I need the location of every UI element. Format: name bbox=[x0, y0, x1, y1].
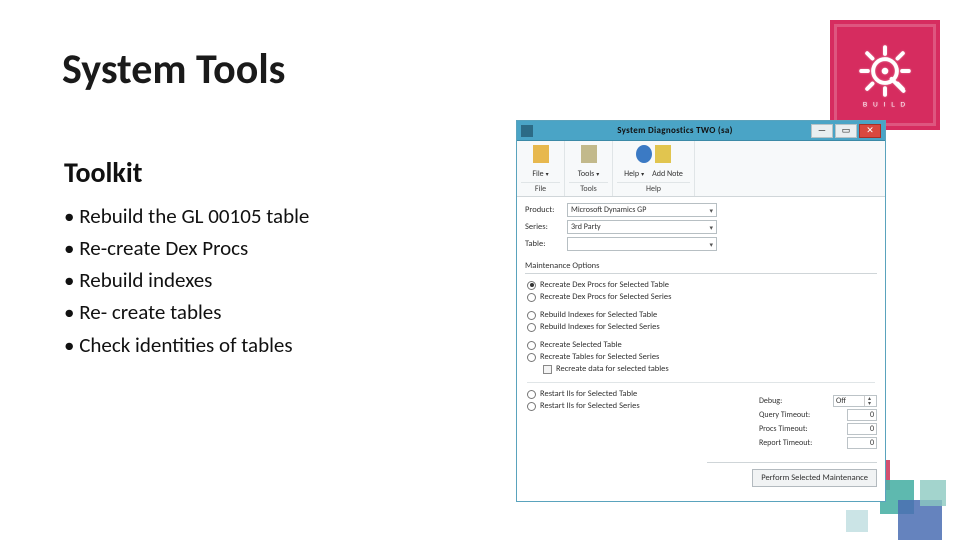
maximize-button[interactable]: ▭ bbox=[835, 124, 857, 138]
chevron-down-icon: ▾ bbox=[641, 170, 644, 178]
radio-recreate-dex-series[interactable] bbox=[527, 293, 536, 302]
bullet-item: • Re-create Dex Procs bbox=[64, 232, 309, 264]
gear-icon: B U I L D bbox=[852, 42, 918, 108]
radio-restart-iis-table[interactable] bbox=[527, 390, 536, 399]
radio-label: Restart IIs for Selected Table bbox=[540, 389, 637, 399]
help-icon bbox=[636, 145, 652, 163]
select-value: 3rd Party bbox=[571, 222, 601, 232]
chevron-down-icon: ▾ bbox=[709, 240, 713, 249]
procs-timeout-field[interactable]: 0 bbox=[847, 423, 877, 435]
radio-rebuild-index-table[interactable] bbox=[527, 311, 536, 320]
bullet-item: • Rebuild indexes bbox=[64, 264, 309, 296]
ribbon: File ▾ File Tools ▾ Tools bbox=[517, 141, 885, 197]
radio-label: Recreate Selected Table bbox=[540, 340, 622, 350]
chevron-down-icon: ▾ bbox=[546, 170, 549, 178]
radio-label: Recreate Dex Procs for Selected Table bbox=[540, 280, 669, 290]
radio-restart-iis-series[interactable] bbox=[527, 402, 536, 411]
ribbon-label: Add Note bbox=[652, 169, 683, 179]
table-select[interactable]: ▾ bbox=[567, 237, 717, 251]
chevron-down-icon: ▾ bbox=[709, 223, 713, 232]
select-value: Microsoft Dynamics GP bbox=[571, 205, 646, 215]
radio-recreate-tables-series[interactable] bbox=[527, 353, 536, 362]
radio-recreate-dex-table[interactable] bbox=[527, 281, 536, 290]
add-note-button[interactable]: Add Note bbox=[649, 168, 686, 180]
help-menu-button[interactable]: Help ▾ bbox=[621, 168, 647, 180]
timeouts-panel: Debug: Off ▴▾ Query Timeout: 0 Procs Tim… bbox=[759, 395, 877, 451]
file-menu-button[interactable]: File ▾ bbox=[529, 168, 551, 180]
chevron-down-icon: ▾ bbox=[709, 206, 713, 215]
window-title: System Diagnostics TWO (sa) bbox=[539, 125, 811, 136]
maintenance-options-heading: Maintenance Options bbox=[525, 261, 877, 274]
table-label: Table: bbox=[525, 239, 567, 249]
bullet-item: • Rebuild the GL 00105 table bbox=[64, 200, 309, 232]
slide-title: System Tools bbox=[62, 44, 285, 95]
brand-label: B U I L D bbox=[863, 102, 907, 108]
window-titlebar[interactable]: System Diagnostics TWO (sa) — ▭ ✕ bbox=[517, 121, 885, 141]
ribbon-group-label: File bbox=[521, 182, 560, 194]
product-label: Product: bbox=[525, 205, 567, 215]
ribbon-label: File bbox=[532, 169, 543, 179]
tools-menu-button[interactable]: Tools ▾ bbox=[575, 168, 603, 180]
query-timeout-label: Query Timeout: bbox=[759, 410, 810, 420]
spinner-arrows-icon[interactable]: ▴▾ bbox=[864, 396, 874, 406]
radio-label: Recreate Dex Procs for Selected Series bbox=[540, 292, 671, 302]
note-icon bbox=[655, 145, 671, 163]
minimize-button[interactable]: — bbox=[811, 124, 833, 138]
bullet-item: • Check identities of tables bbox=[64, 329, 309, 361]
procs-timeout-label: Procs Timeout: bbox=[759, 424, 808, 434]
spinner-value: Off bbox=[836, 396, 846, 406]
diagnostics-window: System Diagnostics TWO (sa) — ▭ ✕ File ▾… bbox=[516, 120, 886, 502]
debug-spinner[interactable]: Off ▴▾ bbox=[833, 395, 877, 407]
section-title: Toolkit bbox=[64, 155, 142, 190]
bullet-list: • Rebuild the GL 00105 table • Re-create… bbox=[64, 200, 309, 361]
ribbon-group-label: Tools bbox=[569, 182, 608, 194]
radio-label: Restart IIs for Selected Series bbox=[540, 401, 640, 411]
close-button[interactable]: ✕ bbox=[859, 124, 881, 138]
radio-rebuild-index-series[interactable] bbox=[527, 323, 536, 332]
product-select[interactable]: Microsoft Dynamics GP ▾ bbox=[567, 203, 717, 217]
app-icon bbox=[521, 125, 533, 137]
report-timeout-field[interactable]: 0 bbox=[847, 437, 877, 449]
radio-label: Rebuild Indexes for Selected Series bbox=[540, 322, 660, 332]
perform-maintenance-button[interactable]: Perform Selected Maintenance bbox=[752, 469, 877, 487]
series-select[interactable]: 3rd Party ▾ bbox=[567, 220, 717, 234]
debug-label: Debug: bbox=[759, 396, 782, 406]
tools-icon bbox=[581, 145, 597, 163]
report-timeout-label: Report Timeout: bbox=[759, 438, 812, 448]
ribbon-group-label: Help bbox=[617, 182, 690, 194]
separator bbox=[527, 382, 875, 383]
ribbon-label: Tools bbox=[578, 169, 595, 179]
radio-label: Recreate Tables for Selected Series bbox=[540, 352, 659, 362]
brand-badge: B U I L D bbox=[830, 20, 940, 130]
ribbon-label: Help bbox=[624, 169, 639, 179]
series-label: Series: bbox=[525, 222, 567, 232]
checkbox-recreate-data[interactable] bbox=[543, 365, 552, 374]
bullet-item: • Re- create tables bbox=[64, 296, 309, 328]
folder-icon bbox=[533, 145, 549, 163]
radio-recreate-table[interactable] bbox=[527, 341, 536, 350]
chevron-down-icon: ▾ bbox=[596, 170, 599, 178]
radio-label: Rebuild Indexes for Selected Table bbox=[540, 310, 657, 320]
query-timeout-field[interactable]: 0 bbox=[847, 409, 877, 421]
checkbox-label: Recreate data for selected tables bbox=[556, 364, 669, 374]
